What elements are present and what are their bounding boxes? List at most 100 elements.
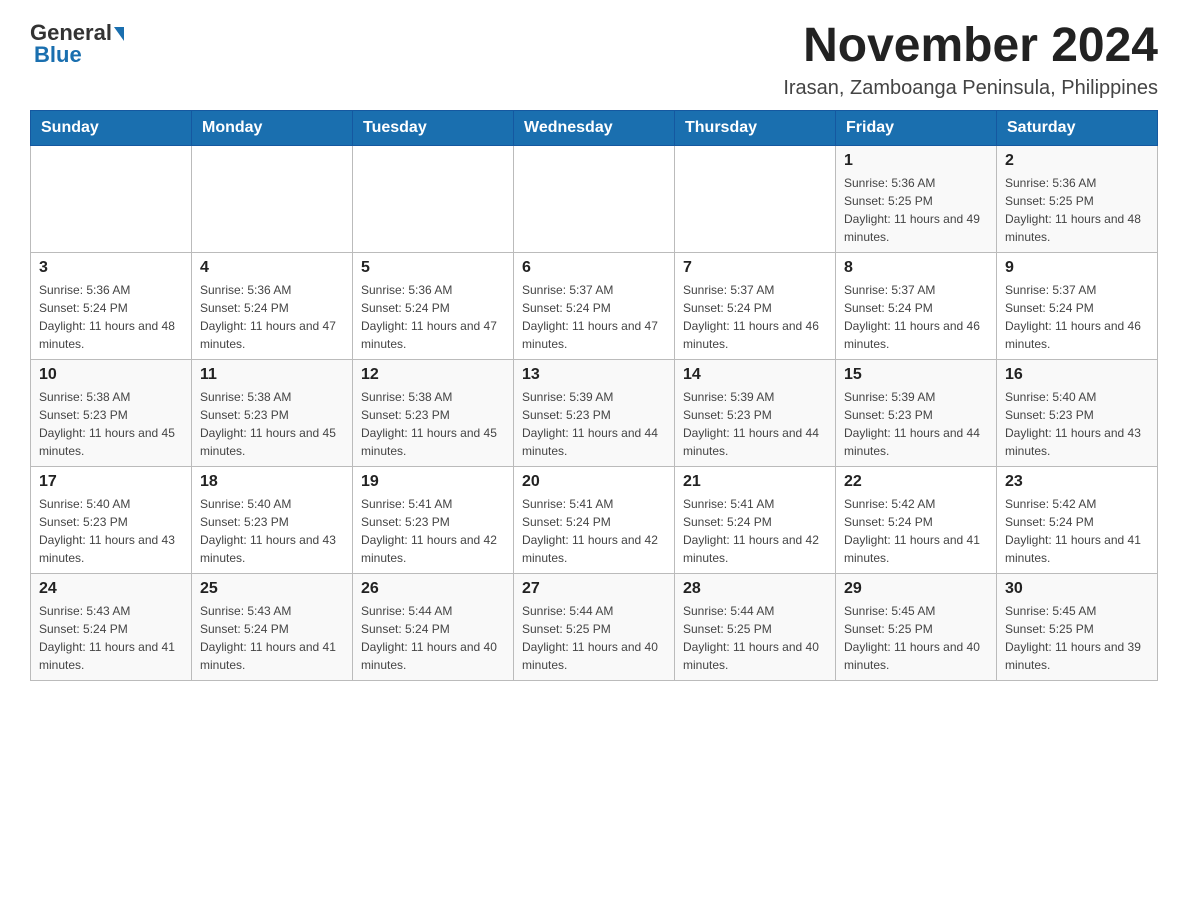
- month-title: November 2024: [783, 20, 1158, 73]
- day-info: Sunrise: 5:36 AMSunset: 5:25 PMDaylight:…: [844, 174, 988, 246]
- day-number: 21: [683, 473, 827, 491]
- day-info: Sunrise: 5:39 AMSunset: 5:23 PMDaylight:…: [522, 388, 666, 460]
- day-number: 17: [39, 473, 183, 491]
- day-number: 30: [1005, 580, 1149, 598]
- table-row: 28 Sunrise: 5:44 AMSunset: 5:25 PMDayligh…: [675, 573, 836, 680]
- table-row: 3 Sunrise: 5:36 AMSunset: 5:24 PMDaylight…: [31, 252, 192, 359]
- day-info: Sunrise: 5:36 AMSunset: 5:25 PMDaylight:…: [1005, 174, 1149, 246]
- day-info: Sunrise: 5:38 AMSunset: 5:23 PMDaylight:…: [200, 388, 344, 460]
- day-info: Sunrise: 5:44 AMSunset: 5:25 PMDaylight:…: [522, 602, 666, 674]
- col-monday: Monday: [192, 110, 353, 145]
- calendar-header-row: Sunday Monday Tuesday Wednesday Thursday…: [31, 110, 1158, 145]
- table-row: 7Sunrise: 5:37 AMSunset: 5:24 PMDaylight…: [675, 252, 836, 359]
- day-info: Sunrise: 5:43 AMSunset: 5:24 PMDaylight:…: [200, 602, 344, 674]
- table-row: 10Sunrise: 5:38 AMSunset: 5:23 PMDayligh…: [31, 359, 192, 466]
- table-row: 23 Sunrise: 5:42 AMSunset: 5:24 PMDayligh…: [997, 466, 1158, 573]
- table-row: 1 Sunrise: 5:36 AMSunset: 5:25 PMDaylight…: [836, 145, 997, 252]
- table-row: [353, 145, 514, 252]
- table-row: 30Sunrise: 5:45 AMSunset: 5:25 PMDayligh…: [997, 573, 1158, 680]
- day-number: 20: [522, 473, 666, 491]
- col-saturday: Saturday: [997, 110, 1158, 145]
- day-number: 6: [522, 259, 666, 277]
- day-number: 14: [683, 366, 827, 384]
- table-row: 13 Sunrise: 5:39 AMSunset: 5:23 PMDayligh…: [514, 359, 675, 466]
- day-number: 23: [1005, 473, 1149, 491]
- table-row: 6 Sunrise: 5:37 AMSunset: 5:24 PMDaylight…: [514, 252, 675, 359]
- table-row: [31, 145, 192, 252]
- col-tuesday: Tuesday: [353, 110, 514, 145]
- table-row: 2 Sunrise: 5:36 AMSunset: 5:25 PMDaylight…: [997, 145, 1158, 252]
- day-number: 7: [683, 259, 827, 277]
- table-row: 19Sunrise: 5:41 AMSunset: 5:23 PMDayligh…: [353, 466, 514, 573]
- calendar-week-row: 17 Sunrise: 5:40 AMSunset: 5:23 PMDayligh…: [31, 466, 1158, 573]
- day-number: 28: [683, 580, 827, 598]
- day-number: 22: [844, 473, 988, 491]
- table-row: 8Sunrise: 5:37 AMSunset: 5:24 PMDaylight…: [836, 252, 997, 359]
- table-row: [192, 145, 353, 252]
- calendar-week-row: 1 Sunrise: 5:36 AMSunset: 5:25 PMDaylight…: [31, 145, 1158, 252]
- day-number: 3: [39, 259, 183, 277]
- table-row: 26Sunrise: 5:44 AMSunset: 5:24 PMDayligh…: [353, 573, 514, 680]
- table-row: 9 Sunrise: 5:37 AMSunset: 5:24 PMDaylight…: [997, 252, 1158, 359]
- table-row: 21 Sunrise: 5:41 AMSunset: 5:24 PMDayligh…: [675, 466, 836, 573]
- logo-blue-text: Blue: [34, 42, 82, 68]
- day-number: 2: [1005, 152, 1149, 170]
- day-info: Sunrise: 5:43 AMSunset: 5:24 PMDaylight:…: [39, 602, 183, 674]
- logo: General Blue: [30, 20, 124, 68]
- table-row: [675, 145, 836, 252]
- day-number: 11: [200, 366, 344, 384]
- day-number: 1: [844, 152, 988, 170]
- col-wednesday: Wednesday: [514, 110, 675, 145]
- calendar-week-row: 10Sunrise: 5:38 AMSunset: 5:23 PMDayligh…: [31, 359, 1158, 466]
- day-info: Sunrise: 5:36 AMSunset: 5:24 PMDaylight:…: [361, 281, 505, 353]
- day-info: Sunrise: 5:39 AMSunset: 5:23 PMDaylight:…: [844, 388, 988, 460]
- day-info: Sunrise: 5:37 AMSunset: 5:24 PMDaylight:…: [522, 281, 666, 353]
- table-row: 11 Sunrise: 5:38 AMSunset: 5:23 PMDayligh…: [192, 359, 353, 466]
- day-info: Sunrise: 5:42 AMSunset: 5:24 PMDaylight:…: [1005, 495, 1149, 567]
- location-subtitle: Irasan, Zamboanga Peninsula, Philippines: [783, 77, 1158, 100]
- calendar-week-row: 3 Sunrise: 5:36 AMSunset: 5:24 PMDaylight…: [31, 252, 1158, 359]
- day-info: Sunrise: 5:44 AMSunset: 5:24 PMDaylight:…: [361, 602, 505, 674]
- table-row: 24Sunrise: 5:43 AMSunset: 5:24 PMDayligh…: [31, 573, 192, 680]
- day-info: Sunrise: 5:36 AMSunset: 5:24 PMDaylight:…: [200, 281, 344, 353]
- table-row: 29 Sunrise: 5:45 AMSunset: 5:25 PMDayligh…: [836, 573, 997, 680]
- day-number: 16: [1005, 366, 1149, 384]
- col-sunday: Sunday: [31, 110, 192, 145]
- calendar-table: Sunday Monday Tuesday Wednesday Thursday…: [30, 110, 1158, 681]
- table-row: 18 Sunrise: 5:40 AMSunset: 5:23 PMDayligh…: [192, 466, 353, 573]
- day-info: Sunrise: 5:40 AMSunset: 5:23 PMDaylight:…: [200, 495, 344, 567]
- day-info: Sunrise: 5:38 AMSunset: 5:23 PMDaylight:…: [361, 388, 505, 460]
- table-row: 22 Sunrise: 5:42 AMSunset: 5:24 PMDayligh…: [836, 466, 997, 573]
- day-info: Sunrise: 5:44 AMSunset: 5:25 PMDaylight:…: [683, 602, 827, 674]
- col-friday: Friday: [836, 110, 997, 145]
- day-info: Sunrise: 5:45 AMSunset: 5:25 PMDaylight:…: [844, 602, 988, 674]
- table-row: 25 Sunrise: 5:43 AMSunset: 5:24 PMDayligh…: [192, 573, 353, 680]
- table-row: 15 Sunrise: 5:39 AMSunset: 5:23 PMDayligh…: [836, 359, 997, 466]
- day-info: Sunrise: 5:38 AMSunset: 5:23 PMDaylight:…: [39, 388, 183, 460]
- day-number: 15: [844, 366, 988, 384]
- day-number: 27: [522, 580, 666, 598]
- day-number: 18: [200, 473, 344, 491]
- day-info: Sunrise: 5:41 AMSunset: 5:24 PMDaylight:…: [683, 495, 827, 567]
- table-row: 12Sunrise: 5:38 AMSunset: 5:23 PMDayligh…: [353, 359, 514, 466]
- table-row: 27 Sunrise: 5:44 AMSunset: 5:25 PMDayligh…: [514, 573, 675, 680]
- table-row: 5 Sunrise: 5:36 AMSunset: 5:24 PMDaylight…: [353, 252, 514, 359]
- day-number: 25: [200, 580, 344, 598]
- table-row: 14Sunrise: 5:39 AMSunset: 5:23 PMDayligh…: [675, 359, 836, 466]
- day-info: Sunrise: 5:36 AMSunset: 5:24 PMDaylight:…: [39, 281, 183, 353]
- table-row: 20 Sunrise: 5:41 AMSunset: 5:24 PMDayligh…: [514, 466, 675, 573]
- day-number: 9: [1005, 259, 1149, 277]
- day-info: Sunrise: 5:37 AMSunset: 5:24 PMDaylight:…: [1005, 281, 1149, 353]
- day-info: Sunrise: 5:40 AMSunset: 5:23 PMDaylight:…: [39, 495, 183, 567]
- day-number: 29: [844, 580, 988, 598]
- day-info: Sunrise: 5:42 AMSunset: 5:24 PMDaylight:…: [844, 495, 988, 567]
- day-number: 19: [361, 473, 505, 491]
- col-thursday: Thursday: [675, 110, 836, 145]
- day-info: Sunrise: 5:40 AMSunset: 5:23 PMDaylight:…: [1005, 388, 1149, 460]
- day-number: 5: [361, 259, 505, 277]
- table-row: 16 Sunrise: 5:40 AMSunset: 5:23 PMDayligh…: [997, 359, 1158, 466]
- day-info: Sunrise: 5:41 AMSunset: 5:24 PMDaylight:…: [522, 495, 666, 567]
- day-number: 4: [200, 259, 344, 277]
- table-row: [514, 145, 675, 252]
- day-number: 13: [522, 366, 666, 384]
